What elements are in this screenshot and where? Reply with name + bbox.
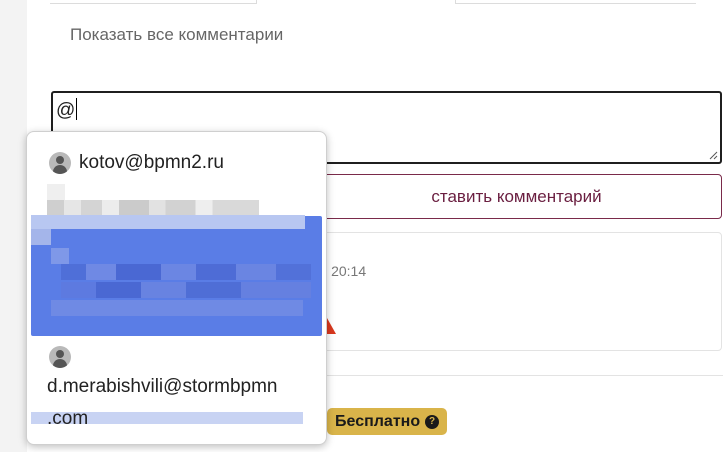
mention-item-selected[interactable] xyxy=(31,215,322,424)
resize-grip-icon[interactable] xyxy=(708,150,718,160)
mention-item[interactable]: d.merabishvili@stormbpmn .com xyxy=(27,342,326,442)
redacted-pixel xyxy=(47,200,259,216)
redacted-pixel xyxy=(51,248,69,264)
comment-input-value: @ xyxy=(56,100,76,121)
redacted-pixel xyxy=(47,184,65,200)
redacted-pixel xyxy=(61,264,311,280)
redacted-pixel xyxy=(31,215,305,229)
question-circle-icon[interactable]: ? xyxy=(425,414,440,429)
mention-item-label: kotov@bpmn2.ru xyxy=(79,152,224,173)
mention-dropdown: kotov@bpmn2.ru d.merabishvili@stormbpmn … xyxy=(26,131,327,445)
free-badge: Бесплатно ? xyxy=(327,408,448,435)
mention-item-label-continued: .com xyxy=(47,408,89,429)
text-caret xyxy=(76,98,78,120)
mention-item[interactable]: kotov@bpmn2.ru xyxy=(27,146,326,180)
mention-item-label: d.merabishvili@stormbpmn xyxy=(47,376,278,397)
redacted-pixel xyxy=(51,300,303,316)
redacted-pixel xyxy=(31,229,51,245)
user-avatar-icon xyxy=(49,152,71,174)
tab-active[interactable] xyxy=(256,0,456,4)
mention-item-redacted[interactable] xyxy=(27,184,326,216)
show-all-comments-link[interactable]: Показать все комментарии xyxy=(70,25,283,45)
tab-border xyxy=(456,0,696,4)
redacted-pixel xyxy=(61,282,311,298)
submit-comment-label: ставить комментарий xyxy=(431,186,602,206)
user-avatar-icon xyxy=(49,346,71,368)
tab-border xyxy=(50,0,256,4)
free-badge-label: Бесплатно xyxy=(335,412,421,430)
